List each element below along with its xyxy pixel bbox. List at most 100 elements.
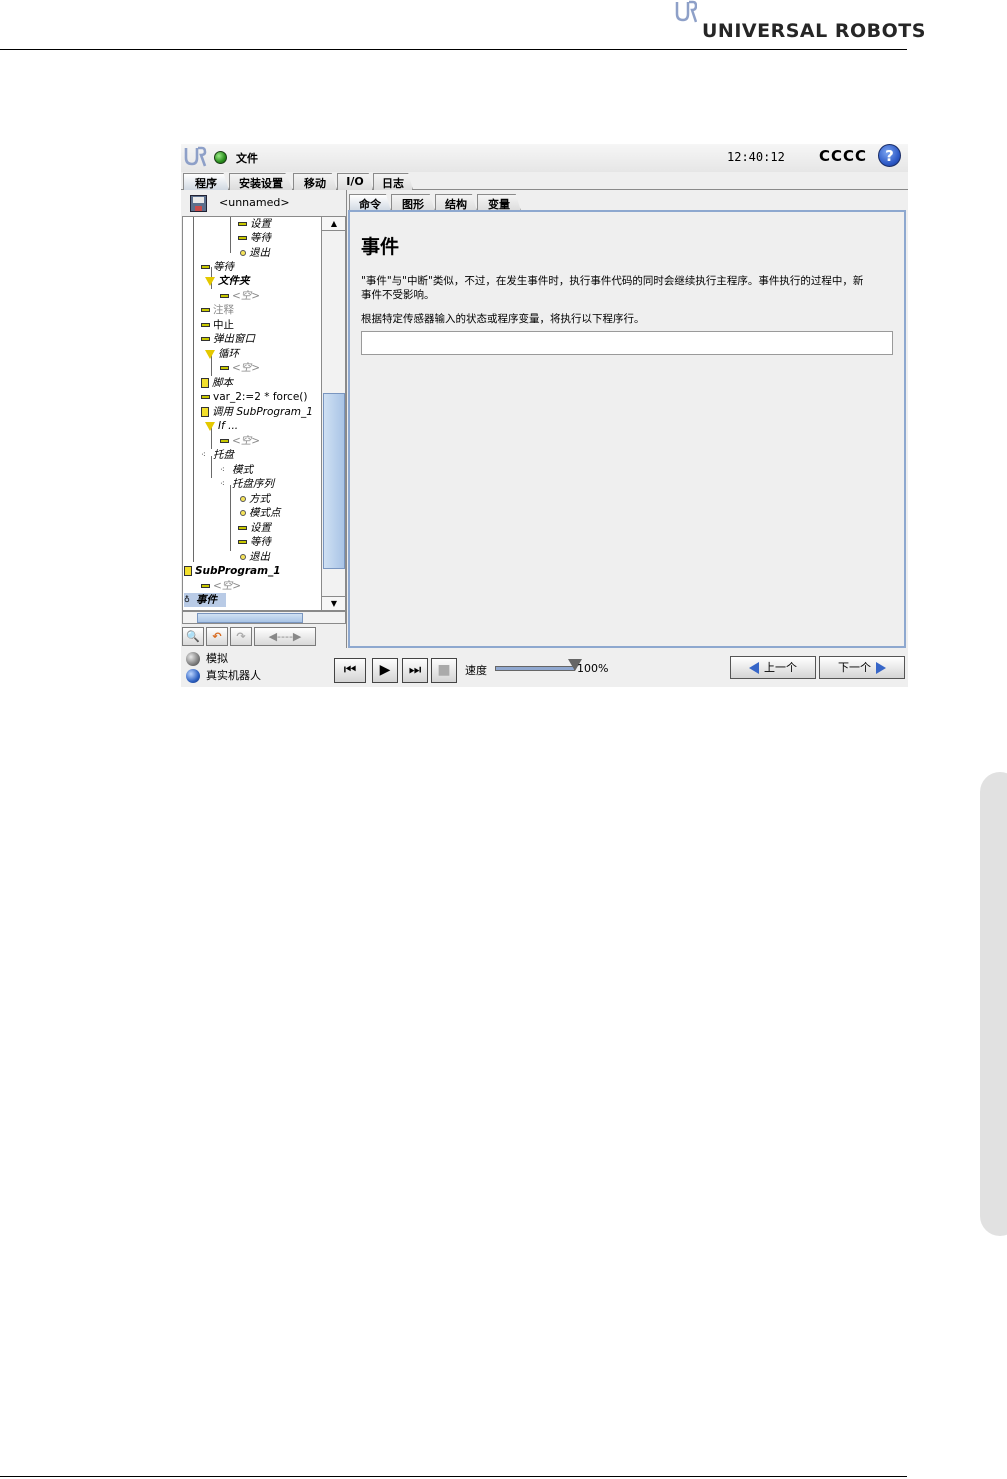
dot-icon [240,250,246,256]
script-icon [201,378,209,388]
tree-item[interactable]: 模式点 [240,506,281,520]
event-description: "事件"与"中断"类似，不过，在发生事件时，执行事件代码的同时会继续执行主程序。… [361,275,864,301]
tree-item[interactable]: <空> [201,579,241,593]
tree-item[interactable]: ⁖ 模式 [220,463,253,477]
tree-item[interactable]: <空> [220,289,260,303]
play-icon[interactable]: ▶ [372,658,398,683]
pallet-icon: ⁖ [201,450,206,459]
tree-item[interactable]: If ... [205,419,238,433]
tab-command[interactable]: 命令 [349,194,391,211]
tab-graphics[interactable]: 图形 [391,194,435,211]
tab-structure[interactable]: 结构 [435,194,477,211]
save-icon[interactable] [190,195,207,212]
radio-on-icon [186,669,200,683]
polyscope-window: 文件 12:40:12 CCCC ? 程序 安装设置 移动 I/O 日志 <un… [181,144,908,687]
program-tree-panel: <unnamed> 设置 等待 退出 等待 文件夹 <空> 注释 中止 弹出窗口… [181,190,347,648]
page-header: UNIVERSAL ROBOTS [0,0,1007,52]
tree-item[interactable]: 循环 [205,347,239,361]
expression-field[interactable] [361,331,893,355]
dot-icon [240,496,246,502]
scroll-thumb[interactable] [197,613,303,623]
page-title: 事件 [361,236,400,258]
bar-icon [238,526,247,530]
tree-item[interactable]: 等待 [201,260,234,274]
tree-item[interactable]: 等待 [238,231,271,245]
scroll-up-icon[interactable]: ▲ [322,217,345,231]
tree-item[interactable]: 设置 [238,521,271,535]
tree-item[interactable]: 等待 [238,535,271,549]
ur-logo-icon[interactable] [183,146,207,168]
mode-real-robot[interactable]: 真实机器人 [186,669,261,683]
speed-slider-fill [496,667,574,670]
tree-item[interactable]: 退出 [240,550,270,564]
robot-name: CCCC [819,147,868,165]
step-icon[interactable]: ⏭ [402,658,428,683]
tree-item[interactable]: 注释 [201,303,234,317]
stop-icon[interactable]: ■ [431,658,457,683]
tree-item[interactable]: 弹出窗口 [201,332,255,346]
file-menu[interactable]: 文件 [236,150,258,166]
main-tab-bar: 程序 安装设置 移动 I/O 日志 [181,172,908,190]
pallet-icon: ⁖ [220,465,225,474]
command-content: 事件 "事件"与"中断"类似，不过，在发生事件时，执行事件代码的同时会继续执行主… [348,210,906,648]
mode-simulation[interactable]: 模拟 [186,652,228,666]
tree-item[interactable]: ⁖ 托盘序列 [220,477,274,491]
tree-item[interactable]: <空> [220,434,260,448]
tree-item[interactable]: SubProgram_1 [184,564,281,578]
footer-rule [0,1476,907,1477]
if-triangle-icon [205,421,215,431]
undo-icon[interactable]: ↶ [206,627,228,646]
tree-item[interactable]: 方式 [240,492,270,506]
help-icon[interactable]: ? [878,144,901,167]
tree-item[interactable]: <空> [220,361,260,375]
pallet-icon: ⁖ [220,479,225,488]
tree-item-selected[interactable]: ♁ 事件 [184,593,226,607]
tree-item[interactable]: 文件夹 [205,274,250,288]
ur-brand-logo-icon [675,0,697,23]
radio-off-icon [186,652,200,666]
bar-icon [201,308,210,312]
scroll-down-icon[interactable]: ▼ [322,596,345,610]
tree-item[interactable]: 脚本 [201,376,233,390]
tree-item[interactable]: 退出 [240,246,270,260]
robot-status-icon[interactable] [214,151,227,164]
move-node-icon[interactable]: ◀----▶ [254,627,316,646]
tree-item[interactable]: 调用 SubProgram_1 [201,405,313,419]
tab-variables[interactable]: 变量 [477,194,521,211]
tab-program[interactable]: 程序 [183,173,229,190]
tab-installation[interactable]: 安装设置 [229,173,293,190]
sub-tab-bar: 命令 图形 结构 变量 [347,193,908,211]
tree-item[interactable]: 中止 [201,318,234,332]
tab-move[interactable]: 移动 [293,173,337,190]
tree-horizontal-scrollbar[interactable] [182,611,346,624]
folder-triangle-icon [205,276,215,286]
bar-icon [220,294,229,298]
bar-icon [238,540,247,544]
search-icon[interactable]: 🔍 [182,627,204,646]
bar-icon [238,236,247,240]
speed-value: 100% [577,662,609,675]
tab-io[interactable]: I/O [337,173,373,190]
arrow-right-icon [876,662,886,674]
tree-item[interactable]: 设置 [238,217,271,231]
program-name: <unnamed> [219,196,290,209]
header-rule [0,49,907,50]
tree-item[interactable]: ⁖ 托盘 [201,448,234,462]
call-icon [201,407,209,417]
side-thumb-tab [980,772,1007,1236]
speed-slider[interactable] [495,666,575,671]
dot-icon [240,554,246,560]
previous-button[interactable]: 上一个 [730,656,816,679]
bar-icon [201,265,210,269]
tab-log[interactable]: 日志 [373,173,413,190]
tree-item[interactable]: var_2:=2 * force() [201,390,307,404]
redo-icon[interactable]: ↷ [230,627,252,646]
bar-icon [201,323,210,327]
subprogram-icon [184,566,192,576]
rewind-icon[interactable]: ⏮ [334,658,366,683]
scroll-thumb[interactable] [323,393,345,569]
program-tree[interactable]: 设置 等待 退出 等待 文件夹 <空> 注释 中止 弹出窗口 循环 <空> 脚本… [182,216,346,611]
next-button[interactable]: 下一个 [819,656,905,679]
clock: 12:40:12 [727,150,785,164]
tree-vertical-scrollbar[interactable]: ▲ ▼ [321,217,345,610]
